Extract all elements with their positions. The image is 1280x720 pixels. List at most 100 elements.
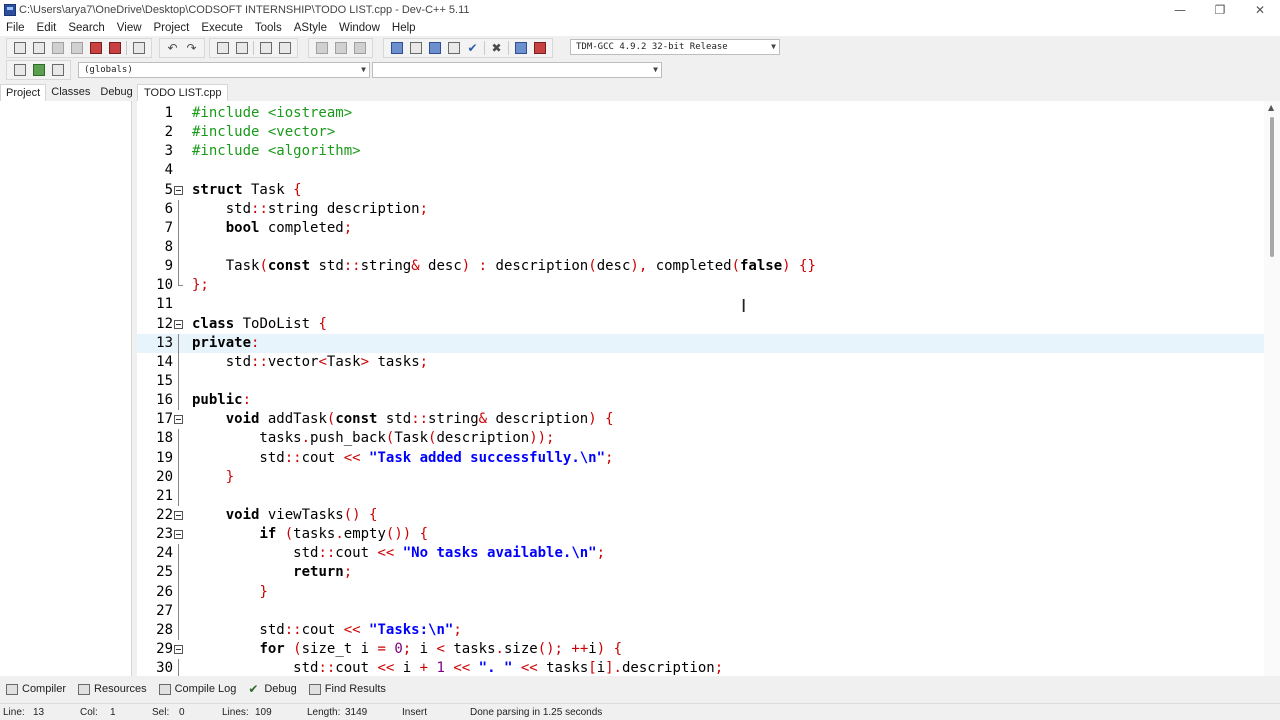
compile-run-button[interactable] [426,40,443,57]
tab-compiler[interactable]: Compiler [0,680,72,698]
toolbar-separator [253,41,254,55]
debug-button[interactable] [531,40,548,57]
indent-button[interactable] [313,40,330,57]
menu-bar: File Edit Search View Project Execute To… [0,20,1280,36]
menu-execute[interactable]: Execute [195,20,249,36]
open-file-button[interactable] [30,40,47,57]
member-select[interactable]: ▼ [372,62,662,78]
replace-button[interactable] [233,40,250,57]
code-line: 1 #include <iostream> [165,104,1264,123]
line-number: 17 [156,411,173,428]
menu-search[interactable]: Search [62,20,110,36]
devcpp-app-icon [4,4,16,16]
undo-button[interactable]: ↶ [164,40,181,57]
close-button[interactable]: ✕ [1240,0,1280,20]
goto-line-button[interactable] [257,40,274,57]
fold-toggle[interactable] [174,530,183,540]
find-button[interactable] [214,40,231,57]
vertical-scrollbar[interactable]: ▲ [1264,101,1280,676]
print-button[interactable] [130,40,147,57]
scrollbar-thumb[interactable] [1270,117,1274,257]
tab-compile-log[interactable]: Compile Log [153,680,243,698]
menu-edit[interactable]: Edit [31,20,63,36]
new-project-button[interactable] [11,62,28,79]
status-sel-label: Sel: [152,707,170,718]
code-line: 17 void addTask(const std::string& descr… [156,410,1264,429]
menu-astyle[interactable]: AStyle [288,20,333,36]
fold-toggle[interactable] [174,510,183,520]
tab-debug-label: Debug [264,683,297,695]
menu-tools[interactable]: Tools [249,20,288,36]
compiler-select-value: TDM-GCC 4.9.2 32-bit Release [576,42,728,52]
save-icon [51,42,64,54]
restore-button[interactable]: ❐ [1200,0,1240,20]
project-browser-panel[interactable] [0,101,132,676]
redo-button[interactable]: ↷ [183,40,200,57]
fold-toggle[interactable] [174,644,183,654]
file-toolbar [6,38,152,58]
compiler-select[interactable]: TDM-GCC 4.9.2 32-bit Release ▼ [570,39,780,55]
scroll-up-icon[interactable]: ▲ [1268,103,1274,112]
run-button[interactable] [407,40,424,57]
tab-resources[interactable]: Resources [72,680,153,698]
menu-view[interactable]: View [111,20,148,36]
code-line: 25 return; [156,563,1264,583]
menu-project[interactable]: Project [148,20,196,36]
minimize-button[interactable]: — [1160,0,1200,20]
line-number: 19 [156,449,173,466]
project-options-button[interactable] [49,62,66,79]
toggle-bookmark-button[interactable] [276,40,293,57]
syntax-check-button[interactable]: ✔ [464,40,481,57]
scope-select[interactable]: (globals) ▼ [78,62,370,78]
line-number: 9 [164,258,173,275]
save-button[interactable] [49,40,66,57]
project-toolbar [6,60,71,80]
unindent-button[interactable] [332,40,349,57]
goto-line-icon [259,42,272,54]
tab-debug[interactable]: Debug [95,84,137,101]
toggle-comment-button[interactable] [351,40,368,57]
fold-toggle[interactable] [174,185,183,195]
tab-todo-list-cpp[interactable]: TODO LIST.cpp [137,84,229,101]
tab-classes[interactable]: Classes [46,84,95,101]
code-line: 6 std::string description; [165,199,1264,219]
fold-toggle[interactable] [174,415,183,425]
code-line: 21 [156,486,1264,506]
bottom-panel-tabs: Compiler Resources Compile Log ✔ Debug Fi… [0,679,1280,699]
save-all-icon [70,42,83,54]
close-file-button[interactable] [87,40,104,57]
fold-toggle[interactable] [174,319,183,329]
line-number: 6 [164,200,173,217]
text-cursor-icon: I [741,296,747,317]
close-file-icon [89,42,102,54]
menu-help[interactable]: Help [386,20,422,36]
code-line: 24 std::cout << "No tasks available.\n"; [156,544,1264,564]
compile-button[interactable] [388,40,405,57]
code-line: 28 std::cout << "Tasks:\n"; [156,620,1264,640]
stop-x-icon: ✖ [491,40,502,55]
stop-execution-button[interactable]: ✖ [488,40,505,57]
line-number: 8 [164,238,173,255]
print-icon [132,42,145,54]
tab-compiler-label: Compiler [22,683,67,695]
code-line: 10}; [156,276,1264,295]
close-all-button[interactable] [106,40,123,57]
profile-analysis-button[interactable] [512,40,529,57]
menu-file[interactable]: File [0,20,31,36]
undo-icon: ↶ [167,40,178,55]
tab-find-results[interactable]: Find Results [303,680,392,698]
code-line: 16 public: [156,391,1264,411]
new-file-icon [13,42,26,54]
rebuild-all-button[interactable] [445,40,462,57]
code-content[interactable]: 1 #include <iostream> 2 #include <vector> … [137,104,1264,676]
add-to-project-button[interactable] [30,62,47,79]
tab-project[interactable]: Project [0,84,47,101]
status-insert-mode: Insert [402,707,428,718]
line-number: 10 [156,277,173,294]
save-all-button[interactable] [68,40,85,57]
new-file-button[interactable] [11,40,28,57]
line-number: 13 [156,334,173,351]
menu-window[interactable]: Window [333,20,386,36]
tab-debug-output[interactable]: ✔ Debug [242,680,302,698]
code-editor[interactable]: 1 #include <iostream> 2 #include <vector> … [137,101,1280,676]
